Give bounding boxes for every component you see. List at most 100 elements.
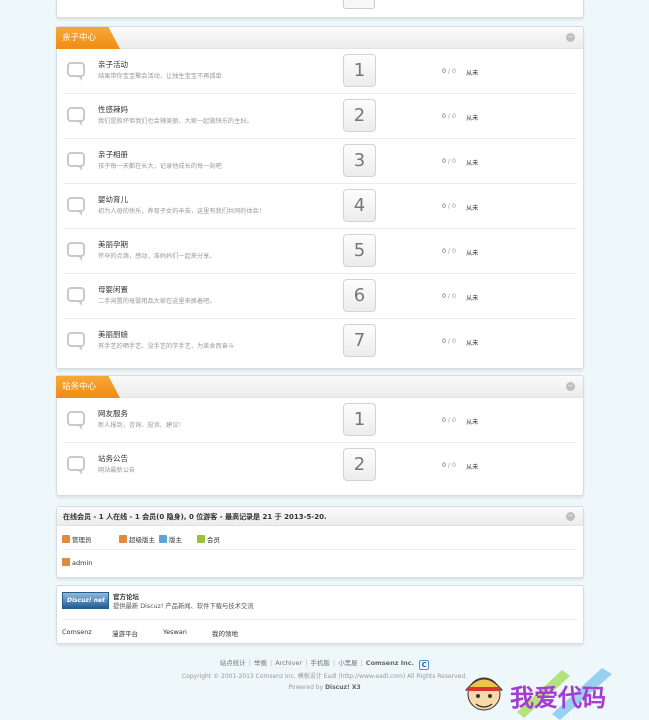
forum-number-badge: 7: [343, 324, 376, 357]
forum-name[interactable]: 性感辣妈: [98, 104, 128, 115]
forum-name[interactable]: 美丽孕期: [98, 239, 128, 250]
member-icon: [197, 535, 205, 543]
online-user[interactable]: admin: [62, 558, 92, 567]
forum-icon[interactable]: [67, 197, 85, 216]
mascot-icon: [464, 677, 504, 711]
forum-row[interactable]: 美丽孕期怀孕的点滴，感动，准妈妈们一起来分享。 5 0 / 0 从未: [57, 229, 585, 273]
comsenz-icon[interactable]: C: [419, 660, 430, 670]
forum-name[interactable]: 网友服务: [98, 408, 128, 419]
forum-name[interactable]: 美丽厨娘: [98, 329, 128, 340]
forum-name[interactable]: 母婴闲置: [98, 284, 128, 295]
footer-brand[interactable]: Comsenz Inc.: [366, 659, 414, 667]
forum-desc: 我们是败坏但我们也会辣美丽，大家一起做快乐的主妇。: [98, 118, 253, 125]
section-header: 亲子中心 −: [56, 27, 583, 49]
forum-last-post: 从未: [466, 295, 479, 302]
forum-icon[interactable]: [67, 411, 85, 430]
admin-icon: [62, 535, 70, 543]
section-parenting: 亲子中心 − 亲子活动 结果带你宝宝聚会活动，让独生宝宝不再孤单 1 0 / 0 从未性…: [56, 26, 584, 369]
forum-name[interactable]: 亲子活动: [98, 59, 128, 70]
forum-number-badge: 5: [343, 234, 376, 267]
section-title: 站务中心: [56, 376, 120, 398]
forum-desc: 初为人母的快乐，养育子女的辛苦，这里有我们共同的体会！: [98, 208, 266, 215]
section-header: 站务中心 −: [56, 376, 583, 398]
forum-last-post: 从未: [466, 340, 479, 347]
forum-row[interactable]: 网友服务 新人报到，咨询、投诉、建议！ 1 0 / 0 从未: [57, 398, 585, 442]
forum-row[interactable]: 亲子活动结果带你宝宝聚会活动，让独生宝宝不再孤单 1 0 / 0 从未: [57, 49, 585, 93]
forum-desc: 有手艺的晒手艺，没手艺的学手艺，为美食而奋斗: [98, 343, 235, 350]
legend-member: 会员: [197, 534, 220, 544]
forum-last-post: 从未: [466, 250, 479, 257]
forum-stats: 0 / 0: [442, 417, 456, 424]
forum-last-post: 从未: [466, 205, 479, 212]
forum-number-badge: 4: [343, 189, 376, 222]
forum-icon[interactable]: [67, 62, 85, 81]
collapse-icon[interactable]: −: [566, 33, 575, 42]
forum-desc: 怀孕的点滴，感动，准妈妈们一起来分享。: [98, 253, 216, 260]
forum-icon[interactable]: [67, 456, 85, 475]
link-desc: 提供最新 Discuz! 产品新闻、软件下载与技术交流: [113, 603, 254, 610]
forum-last-post: 从未: [466, 70, 479, 77]
forum-row[interactable]: 母婴闲置二手闲置的母婴用品大家在这里来换着吧。 6 0 / 0 从未: [57, 274, 585, 318]
forum-icon[interactable]: [67, 242, 85, 261]
online-members: 在线会员 - 1 人在线 - 1 会员(0 隐身), 0 位游客 - 最高记录是…: [56, 506, 584, 578]
forum-name[interactable]: 站务公告: [98, 453, 128, 464]
forum-icon[interactable]: [67, 287, 85, 306]
forum-number-badge: 6: [343, 279, 376, 312]
forum-stats: 0 / 0: [442, 158, 456, 165]
legend-super-moderator: 超级版主: [119, 534, 155, 544]
forum-desc: 二手闲置的母婴用品大家在这里来换着吧。: [98, 298, 216, 305]
forum-desc: 孩子每一天都在长大，记录他成长的每一刻吧: [98, 163, 222, 170]
forum-desc: 结果带你宝宝聚会活动，让独生宝宝不再孤单: [98, 73, 222, 80]
friend-links: Discuz! net 官方论坛 提供最新 Discuz! 产品新闻、软件下载与…: [56, 585, 584, 644]
forum-name[interactable]: 婴幼育儿: [98, 194, 128, 205]
footer-link-stats[interactable]: 站点统计: [220, 659, 246, 667]
link-yeswan[interactable]: Yeswan: [163, 628, 187, 636]
legend-moderator: 版主: [159, 534, 182, 544]
footer-link-report[interactable]: 举报: [254, 659, 267, 667]
forum-icon[interactable]: [67, 152, 85, 171]
forum-last-post: 从未: [466, 419, 479, 426]
moderator-icon: [159, 535, 167, 543]
forum-name[interactable]: 亲子相册: [98, 149, 128, 160]
forum-row[interactable]: 婴幼育儿初为人母的快乐，养育子女的辛苦，这里有我们共同的体会！ 4 0 / 0 从未: [57, 184, 585, 228]
online-header: 在线会员 - 1 人在线 - 1 会员(0 隐身), 0 位游客 - 最高记录是…: [57, 507, 583, 526]
online-summary: 在线会员 - 1 人在线 - 1 会员(0 隐身), 0 位游客 - 最高记录是…: [63, 513, 327, 521]
forum-icon[interactable]: [67, 332, 85, 351]
footer-link-mobile[interactable]: 手机版: [310, 659, 330, 667]
footer-link-blacklist[interactable]: 小黑屋: [338, 659, 358, 667]
link-title[interactable]: 官方论坛: [113, 591, 139, 601]
super-moderator-icon: [119, 535, 127, 543]
forum-stats: 0 / 0: [442, 248, 456, 255]
section-site-affairs: 站务中心 − 网友服务 新人报到，咨询、投诉、建议！ 1 0 / 0 从未 站务公告 网站最…: [56, 375, 584, 496]
forum-row[interactable]: 性感辣妈我们是败坏但我们也会辣美丽，大家一起做快乐的主妇。 2 0 / 0 从未: [57, 94, 585, 138]
collapse-icon[interactable]: −: [566, 382, 575, 391]
forum-stats: 0 / 0: [442, 113, 456, 120]
forum-number-badge: 1: [343, 54, 376, 87]
forum-index-box: [343, 0, 375, 9]
watermark-logo: 我爱代码: [464, 668, 612, 720]
forum-last-post: 从未: [466, 464, 479, 471]
forum-last-post: 从未: [466, 115, 479, 122]
forum-desc: 新人报到，咨询、投诉、建议！: [98, 422, 185, 429]
link-comsenz[interactable]: Comsenz: [62, 628, 92, 636]
forum-row[interactable]: 站务公告网站最新公告 2 0 / 0 从未: [57, 443, 585, 487]
discuz-logo[interactable]: Discuz! net: [62, 592, 109, 609]
forum-icon[interactable]: [67, 107, 85, 126]
forum-stats: 0 / 0: [442, 68, 456, 75]
previous-section-stub: [56, 0, 584, 18]
forum-desc: 网站最新公告: [98, 467, 136, 474]
forum-number-badge: 2: [343, 99, 376, 132]
legend-admin: 管理员: [62, 534, 92, 544]
watermark-text: 我爱代码: [510, 684, 606, 712]
collapse-icon[interactable]: −: [566, 512, 575, 521]
forum-stats: 0 / 0: [442, 462, 456, 469]
link-my-domain[interactable]: 我的领地: [212, 628, 238, 638]
forum-row[interactable]: 美丽厨娘 有手艺的晒手艺，没手艺的学手艺，为美食而奋斗 7 0 / 0 从未: [57, 319, 585, 363]
forum-number-badge: 2: [343, 448, 376, 481]
forum-row[interactable]: 亲子相册 孩子每一天都在长大，记录他成长的每一刻吧 3 0 / 0 从未: [57, 139, 585, 183]
forum-number-badge: 3: [343, 144, 376, 177]
forum-stats: 0 / 0: [442, 293, 456, 300]
link-manyou[interactable]: 漫游平台: [112, 628, 138, 638]
footer-link-archiver[interactable]: Archiver: [275, 659, 302, 667]
forum-stats: 0 / 0: [442, 203, 456, 210]
